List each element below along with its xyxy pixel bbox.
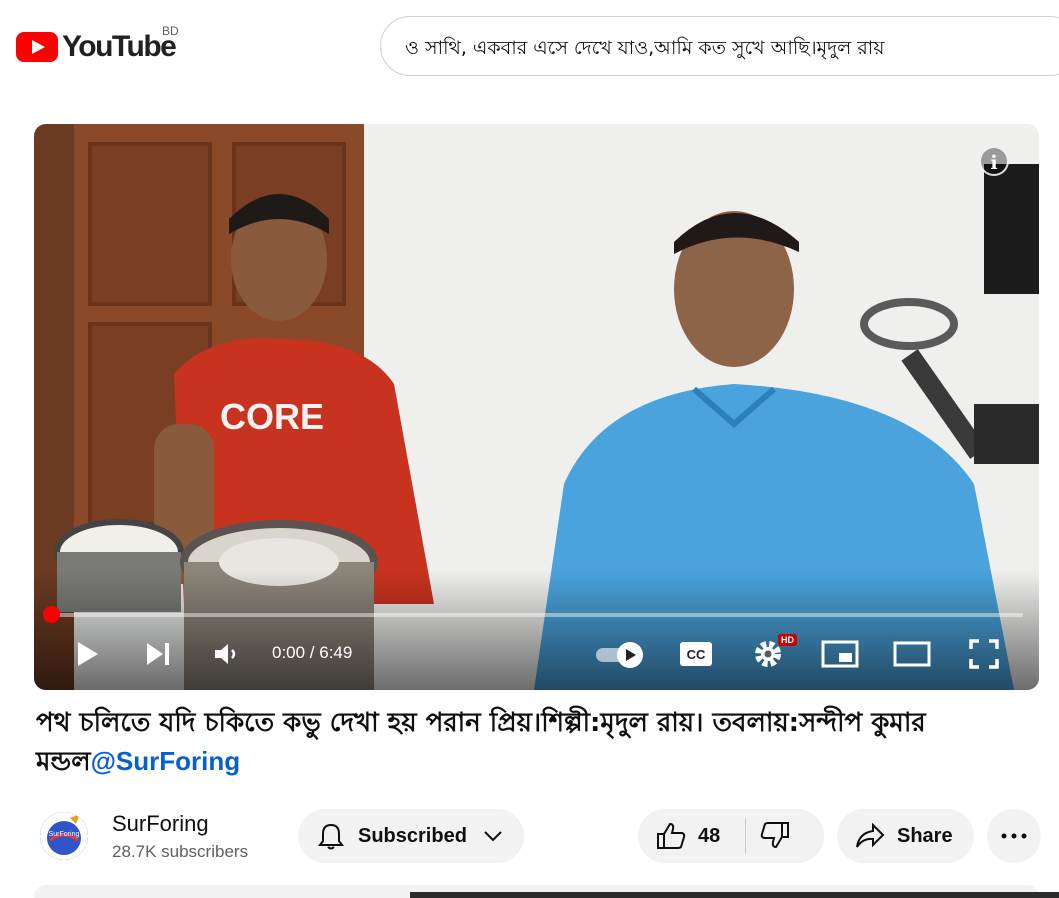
subscribe-button[interactable]: Subscribed <box>298 809 524 863</box>
miniplayer-icon <box>821 640 859 668</box>
channel-avatar[interactable]: SurForing <box>40 812 88 860</box>
like-divider <box>745 818 746 854</box>
controls-gradient <box>34 570 1039 690</box>
logo-text: YouTube <box>62 30 177 63</box>
subscriber-count: 28.7K subscribers <box>112 842 249 861</box>
like-button[interactable]: 48 <box>638 822 720 850</box>
miniplayer-button[interactable] <box>820 636 860 672</box>
mute-button[interactable] <box>210 636 242 672</box>
more-actions-button[interactable] <box>987 809 1041 863</box>
autoplay-toggle[interactable] <box>594 636 648 672</box>
fullscreen-button[interactable] <box>966 636 1002 672</box>
dislike-button[interactable] <box>760 821 790 854</box>
subscribe-label: Subscribed <box>358 824 467 847</box>
next-button[interactable] <box>142 636 174 672</box>
share-button[interactable]: Share <box>837 809 974 863</box>
next-icon <box>147 643 169 665</box>
progress-bar[interactable] <box>50 613 1023 617</box>
autoplay-toggle-icon <box>596 642 643 668</box>
closed-captions-icon: CC <box>680 642 712 666</box>
youtube-logo[interactable]: YouTube <box>16 30 177 64</box>
play-icon <box>78 642 98 666</box>
channel-avatar-logo: SurForing <box>40 812 88 860</box>
scrubber-handle[interactable] <box>43 606 60 623</box>
share-label: Share <box>897 824 953 847</box>
volume-icon <box>215 644 236 664</box>
share-arrow-icon <box>856 823 885 848</box>
avatar-logo-text: SurForing <box>49 831 80 838</box>
search-query-text[interactable]: ও সাথি, একবার এসে দেখে যাও,আমি কত সুখে আ… <box>405 34 885 66</box>
like-count: 48 <box>698 824 721 847</box>
play-button[interactable] <box>72 636 104 672</box>
fullscreen-icon <box>969 639 999 669</box>
chevron-down-icon <box>484 831 502 842</box>
time-display: 0:00 / 6:49 <box>272 643 353 662</box>
like-dislike-group: 48 <box>638 809 824 863</box>
svg-text:CC: CC <box>687 647 706 662</box>
thumbs-up-icon <box>657 822 686 849</box>
bottom-edge-bar <box>410 892 1059 898</box>
info-icon[interactable]: i <box>979 146 1009 176</box>
hd-badge: HD <box>778 634 797 646</box>
channel-name[interactable]: SurForing <box>112 811 209 837</box>
theater-mode-button[interactable] <box>892 636 932 672</box>
subtitles-button[interactable]: CC <box>678 636 714 672</box>
masthead: YouTube BD ও সাথি, একবার এসে দেখে যাও,আম… <box>0 0 1059 92</box>
country-code: BD <box>162 24 179 38</box>
youtube-play-logo-icon <box>16 32 58 62</box>
bell-icon <box>318 823 344 850</box>
thumbs-down-icon <box>760 822 789 849</box>
video-player[interactable]: CORE i 0:00 / 6:49 CC HD <box>34 124 1039 690</box>
search-input[interactable]: ও সাথি, একবার এসে দেখে যাও,আমি কত সুখে আ… <box>380 16 1059 76</box>
channel-mention-link[interactable]: @SurForing <box>91 746 241 776</box>
theater-mode-icon <box>893 641 931 667</box>
video-title: পথ চলিতে যদি চকিতে কভু দেখা হয় পরান প্র… <box>36 704 1036 781</box>
more-horizontal-icon <box>1001 833 1027 839</box>
shirt-print-text: CORE <box>220 396 324 437</box>
